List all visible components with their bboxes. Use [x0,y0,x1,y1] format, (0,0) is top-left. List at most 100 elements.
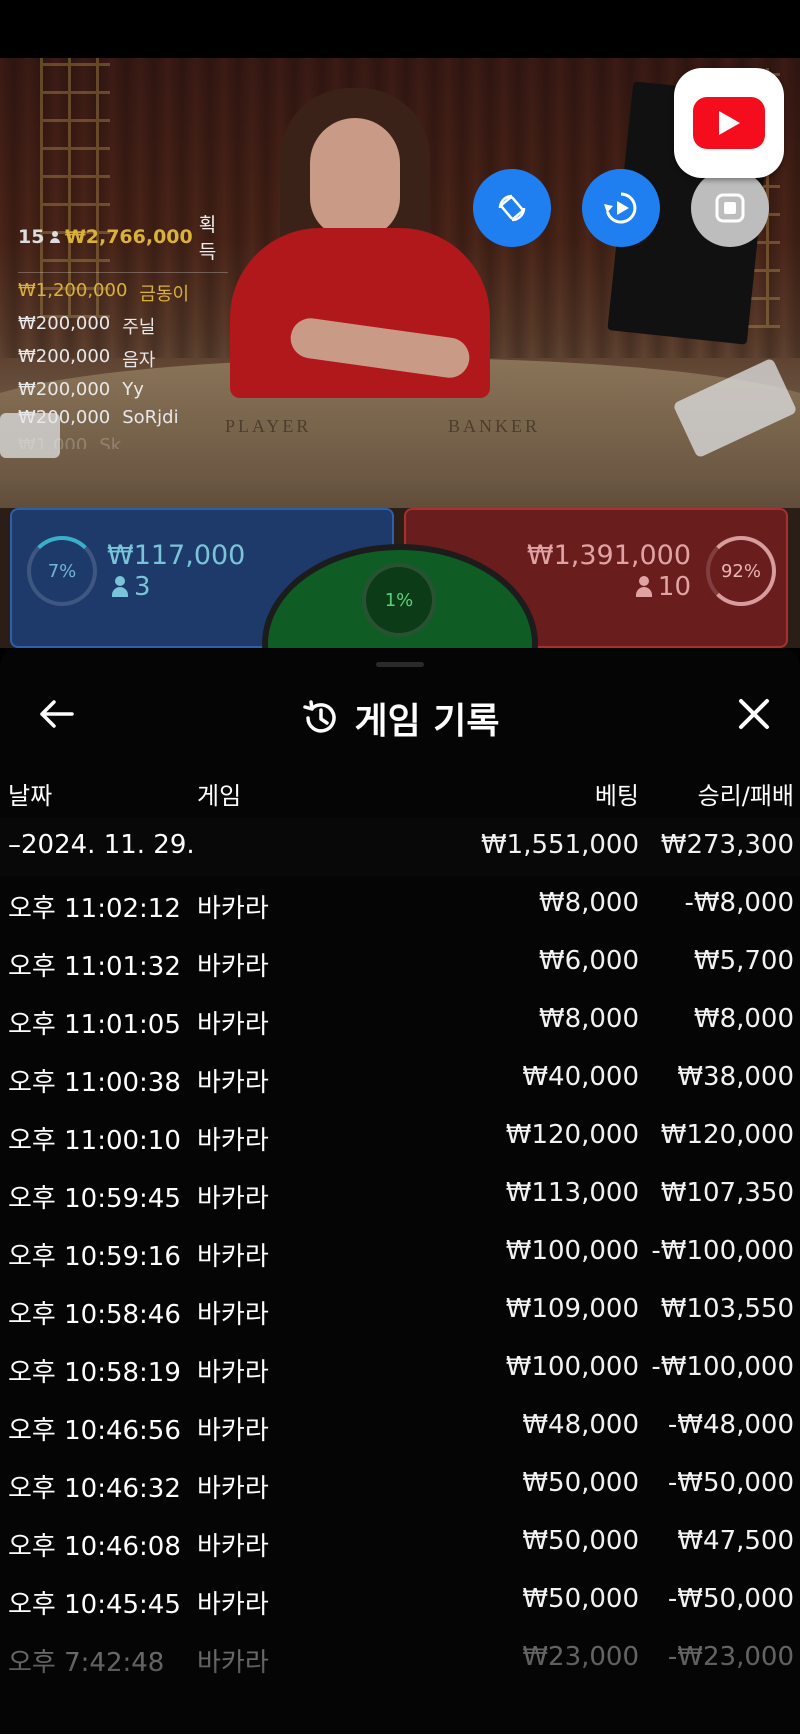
winner-amount: ₩200,000 [18,346,111,367]
stop-button[interactable] [691,169,769,247]
row-bet: ₩50,000 [522,1468,639,1498]
table-row[interactable]: 오후 10:46:32 바카라 ₩50,000 -₩50,000 [0,1456,800,1514]
table-row[interactable]: 오후 10:58:46 바카라 ₩109,000 ₩103,550 [0,1282,800,1340]
row-bet: ₩40,000 [522,1062,639,1092]
table-row[interactable]: 오후 10:59:16 바카라 ₩100,000 -₩100,000 [0,1224,800,1282]
person-icon [50,231,61,243]
table-row[interactable]: 오후 11:02:12 바카라 ₩8,000 -₩8,000 [0,876,800,934]
column-game: 게임 [197,782,242,810]
status-bar [0,0,800,58]
table-row[interactable]: 오후 10:46:08 바카라 ₩50,000 ₩47,500 [0,1514,800,1572]
row-bet: ₩6,000 [538,946,639,976]
winners-label: 획득 [198,214,217,263]
table-row[interactable]: 오후 7:42:48 바카라 ₩23,000 -₩23,000 [0,1630,800,1688]
row-result: -₩50,000 [667,1584,794,1614]
row-time: 오후 11:00:38 [8,1068,181,1098]
row-game: 바카라 [197,1590,269,1620]
table-row[interactable]: 오후 11:00:10 바카라 ₩120,000 ₩120,000 [0,1108,800,1166]
title-group: 게임 기록 [0,692,800,744]
table-row[interactable]: 오후 10:45:45 바카라 ₩50,000 -₩50,000 [0,1572,800,1630]
table-row[interactable]: 오후 10:59:45 바카라 ₩113,000 ₩107,350 [0,1166,800,1224]
row-result: ₩38,000 [677,1062,794,1092]
table-row[interactable]: 오후 11:00:38 바카라 ₩40,000 ₩38,000 [0,1050,800,1108]
table-row[interactable]: 오후 10:58:19 바카라 ₩100,000 -₩100,000 [0,1340,800,1398]
row-result: ₩47,500 [677,1526,794,1556]
date-group-row[interactable]: –2024. 11. 29. ₩1,551,000 ₩273,300 [0,818,800,876]
row-game: 바카라 [197,1068,269,1098]
winner-count: 15 [18,226,45,248]
row-bet: ₩50,000 [522,1584,639,1614]
row-result: -₩100,000 [651,1352,794,1382]
group-date: –2024. 11. 29. [8,830,195,860]
row-time: 오후 11:01:05 [8,1010,181,1040]
row-bet: ₩100,000 [505,1352,639,1382]
rotate-camera-button[interactable] [473,169,551,247]
person-icon [112,576,128,598]
tie-percent-ring: 1% [362,563,436,637]
row-game: 바카라 [197,1532,269,1562]
row-game: 바카라 [197,1010,269,1040]
column-win-loss: 승리/패배 [697,782,794,810]
rotate-camera-icon [498,194,526,222]
row-time: 오후 11:02:12 [8,894,181,924]
row-time: 오후 10:58:46 [8,1300,181,1330]
banker-percent-ring: 92% [706,536,776,606]
row-bet: ₩23,000 [522,1642,639,1672]
replay-icon [604,192,637,224]
row-result: ₩8,000 [693,1004,794,1034]
person-icon [635,576,652,598]
replay-button[interactable] [582,169,660,247]
sheet-title: 게임 기록 [354,701,500,742]
row-result: -₩8,000 [684,888,794,918]
row-game: 바카라 [197,1648,269,1678]
row-game: 바카라 [197,1184,269,1214]
stop-icon [715,193,745,223]
winner-name: 주닐 [122,317,156,338]
table-label-banker: BANKER [448,416,541,436]
row-result: -₩48,000 [667,1410,794,1440]
history-icon [303,700,337,733]
table-row[interactable]: 오후 11:01:32 바카라 ₩6,000 ₩5,700 [0,934,800,992]
winners-summary: 15 ₩2,766,000 획득 [18,210,228,273]
banker-count-group: 10 [635,572,691,602]
row-time: 오후 7:42:48 [8,1648,165,1678]
game-history-sheet: 게임 기록 날짜 게임 베팅 승리/패배 –2024. 11. 29. ₩1,5… [0,648,800,1734]
row-time: 오후 10:46:08 [8,1532,181,1562]
player-count-group: 3 [112,572,151,602]
group-bet-total: ₩1,551,000 [480,830,639,860]
row-result: ₩120,000 [660,1120,794,1150]
row-time: 오후 11:00:10 [8,1126,181,1156]
winner-name: 음자 [122,350,156,371]
player-percent-ring: 7% [27,536,97,606]
row-time: 오후 10:46:56 [8,1416,181,1446]
row-game: 바카라 [197,1474,269,1504]
row-game: 바카라 [197,894,269,924]
winner-row: ₩1,200,000 금동이 [18,280,228,306]
table-row[interactable]: 오후 10:46:56 바카라 ₩48,000 -₩48,000 [0,1398,800,1456]
history-column-header: 날짜 게임 베팅 승리/패배 [0,776,800,816]
row-bet: ₩109,000 [505,1294,639,1324]
player-count: 3 [134,572,151,602]
close-icon [739,699,769,729]
row-bet: ₩100,000 [505,1236,639,1266]
winner-row: ₩1,000 Sk [18,435,228,449]
row-game: 바카라 [197,952,269,982]
table-label-player: PLAYER [225,416,312,436]
sheet-grabber[interactable] [376,662,424,667]
winners-list: 15 ₩2,766,000 획득 ₩1,200,000 금동이 ₩200,000… [18,210,228,449]
winner-row: ₩200,000 음자 [18,346,228,372]
winner-amount: ₩200,000 [18,313,111,334]
row-game: 바카라 [197,1242,269,1272]
table-row[interactable]: 오후 11:01:05 바카라 ₩8,000 ₩8,000 [0,992,800,1050]
row-result: ₩5,700 [693,946,794,976]
sheet-header: 게임 기록 [0,678,800,758]
column-date: 날짜 [8,782,53,810]
row-time: 오후 10:58:19 [8,1358,181,1388]
close-button[interactable] [728,688,780,740]
row-result: -₩100,000 [651,1236,794,1266]
youtube-button[interactable] [674,68,784,178]
group-win-total: ₩273,300 [660,830,794,860]
banker-amount-group: ₩1,391,000 [527,540,691,571]
row-time: 오후 10:46:32 [8,1474,181,1504]
player-amount-group: ₩117,000 [107,540,245,571]
